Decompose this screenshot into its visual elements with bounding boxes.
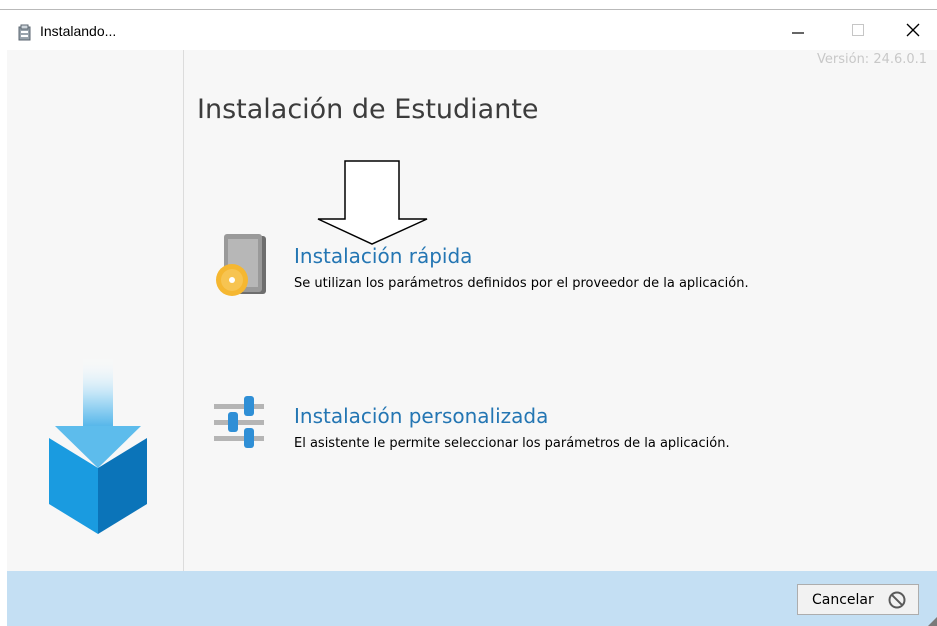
quick-install-description: Se utilizan los parámetros definidos por…: [294, 276, 749, 291]
close-button[interactable]: [890, 10, 936, 50]
cancel-button[interactable]: Cancelar: [797, 584, 919, 615]
resize-grip-icon[interactable]: [928, 617, 937, 626]
page-title: Instalación de Estudiante: [197, 94, 539, 125]
minimize-icon: [792, 32, 804, 34]
maximize-button[interactable]: [835, 10, 881, 50]
footer-bar: Cancelar: [7, 571, 937, 626]
installer-window: Instalando... Versión: 24.6.0.1 Instalac…: [0, 0, 937, 626]
content-area: Versión: 24.6.0.1 Instalación de Estudia…: [7, 50, 937, 571]
maximize-icon: [852, 24, 864, 36]
prohibited-icon: [888, 591, 906, 608]
minimize-button[interactable]: [775, 10, 821, 50]
custom-install-title[interactable]: Instalación personalizada: [294, 404, 548, 428]
title-bar[interactable]: Instalando...: [0, 10, 937, 50]
custom-install-description: El asistente le permite seleccionar los …: [294, 436, 730, 451]
settings-sliders-icon: [214, 396, 264, 448]
cancel-label: Cancelar: [812, 591, 874, 608]
download-box-logo-icon: [49, 356, 147, 534]
installer-box-icon: [18, 24, 31, 41]
quick-install-option[interactable]: Instalación rápida Se utilizan los parám…: [202, 226, 922, 306]
sidebar-panel: [7, 50, 182, 571]
custom-install-option[interactable]: Instalación personalizada El asistente l…: [202, 386, 922, 466]
quick-install-title[interactable]: Instalación rápida: [294, 244, 472, 268]
package-disc-icon: [216, 234, 266, 296]
sidebar-divider: [183, 50, 184, 571]
window-title: Instalando...: [40, 23, 117, 39]
version-label: Versión: 24.6.0.1: [817, 52, 928, 67]
close-icon: [906, 23, 920, 37]
